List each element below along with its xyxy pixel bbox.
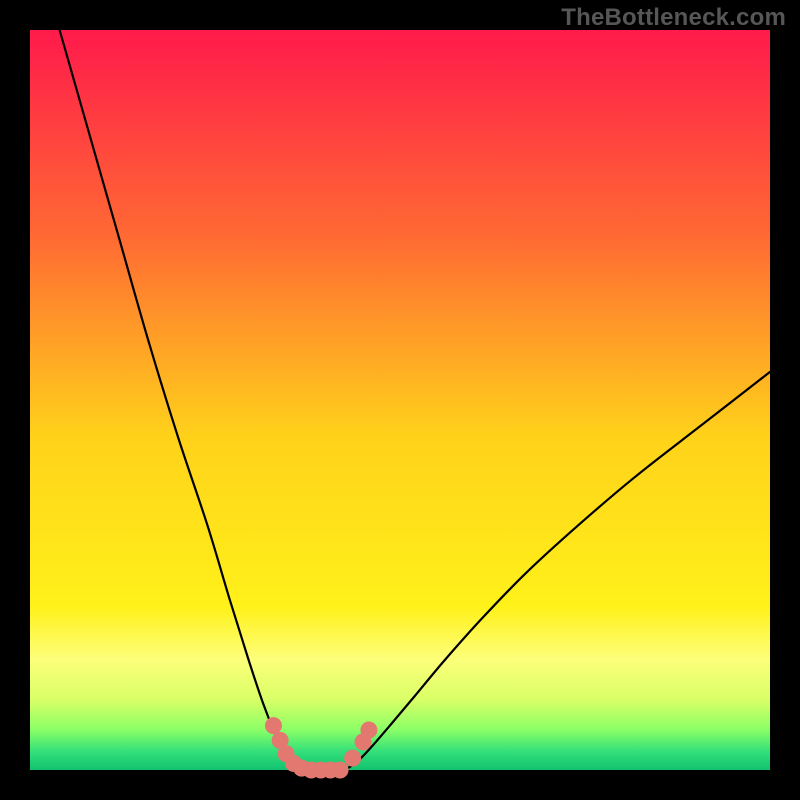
watermark-text: TheBottleneck.com (561, 4, 786, 32)
plot-background (30, 30, 770, 770)
data-marker (344, 750, 361, 767)
data-marker (360, 722, 377, 739)
chart-frame: TheBottleneck.com (0, 0, 800, 800)
data-marker (265, 717, 282, 734)
data-marker (332, 762, 349, 779)
bottleneck-chart (0, 0, 800, 800)
